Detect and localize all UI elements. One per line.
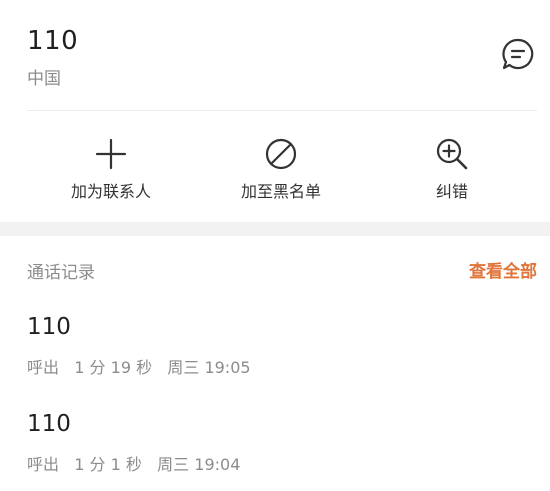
call-log-number: 110 [27, 314, 71, 340]
call-direction: 呼出 [27, 358, 60, 377]
contact-number: 110 [27, 26, 79, 56]
correct-info-label: 纠错 [435, 182, 468, 201]
call-log-item[interactable]: 110 呼出 1 分 1 秒 周三 19:04 [0, 411, 550, 491]
contact-region: 中国 [27, 69, 61, 89]
view-all-link[interactable]: 查看全部 [469, 257, 537, 282]
call-direction: 呼出 [27, 455, 60, 474]
add-to-blacklist-label: 加至黑名单 [240, 182, 321, 201]
call-duration: 1 分 19 秒 [74, 358, 153, 377]
call-time: 周三 19:04 [157, 455, 241, 474]
add-contact-label: 加为联系人 [70, 182, 151, 201]
section-separator [0, 222, 550, 236]
plus-icon [31, 136, 191, 172]
call-duration: 1 分 1 秒 [74, 455, 142, 474]
message-button[interactable] [500, 38, 536, 74]
block-icon [201, 136, 361, 172]
contact-header: 110 中国 [0, 0, 550, 112]
message-icon [501, 37, 535, 75]
action-bar: 加为联系人 加至黑名单 纠错 [0, 126, 550, 212]
call-log-title: 通话记录 [27, 263, 95, 283]
add-contact-button[interactable]: 加为联系人 [31, 136, 191, 206]
call-time: 周三 19:05 [167, 358, 251, 377]
divider [27, 110, 537, 111]
call-log-meta: 呼出 1 分 1 秒 周三 19:04 [27, 451, 240, 475]
zoom-in-icon [372, 136, 532, 172]
call-log-number: 110 [27, 411, 71, 437]
call-log-meta: 呼出 1 分 19 秒 周三 19:05 [27, 354, 251, 378]
add-to-blacklist-button[interactable]: 加至黑名单 [201, 136, 361, 206]
correct-info-button[interactable]: 纠错 [372, 136, 532, 206]
call-log-item[interactable]: 110 呼出 1 分 19 秒 周三 19:05 [0, 314, 550, 394]
